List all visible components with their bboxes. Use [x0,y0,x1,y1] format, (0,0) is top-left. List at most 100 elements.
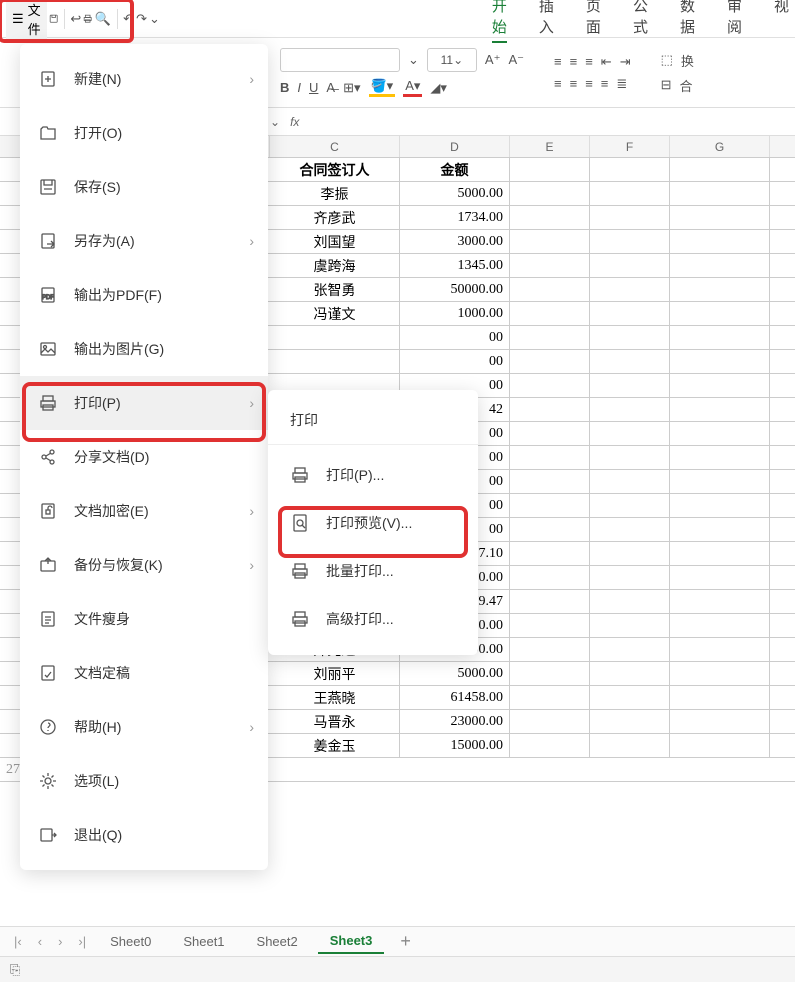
font-color-icon[interactable]: A▾ [403,78,422,97]
file-menu-item[interactable]: 保存(S) [20,160,268,214]
file-menu-button[interactable]: ☰ 文件 [6,0,47,42]
tab-data[interactable]: 数据 [680,0,695,43]
file-menu-item[interactable]: 退出(Q) [20,808,268,862]
file-menu-item[interactable]: 输出为图片(G) [20,322,268,376]
tab-home[interactable]: 开始 [492,0,507,43]
align-bottom-icon[interactable]: ≡ [585,54,593,69]
file-menu-item[interactable]: 文档加密(E)› [20,484,268,538]
batch-print-item[interactable]: 批量打印... [268,547,478,595]
cell[interactable]: 61458.00 [400,686,510,709]
cell[interactable]: 00 [400,350,510,373]
sheet-tab[interactable]: Sheet1 [171,930,236,953]
tab-view[interactable]: 视 [774,0,789,43]
cell[interactable]: 1000.00 [400,302,510,325]
file-menu-item[interactable]: 帮助(H)› [20,700,268,754]
cell[interactable]: 23000.00 [400,710,510,733]
redo-icon[interactable]: ↷ [136,5,147,33]
cell[interactable]: 姜金玉 [270,734,400,757]
undo-redo-icon[interactable]: ↩ [70,5,81,33]
cell[interactable]: 李振 [270,182,400,205]
cell[interactable]: 1345.00 [400,254,510,277]
fx-dropdown-icon[interactable]: ⌄ [270,115,280,129]
file-menu-item[interactable]: PDF输出为PDF(F) [20,268,268,322]
indent-left-icon[interactable]: ⇤ [601,54,612,70]
col-header[interactable]: E [510,136,590,157]
cell[interactable]: 3000.00 [400,230,510,253]
border-icon[interactable]: ⊞▾ [343,80,360,96]
italic-icon[interactable]: I [297,80,301,95]
print-item[interactable]: 打印(P)... [268,451,478,499]
cell[interactable]: 5000.00 [400,182,510,205]
cell[interactable]: 冯谨文 [270,302,400,325]
col-header[interactable]: D [400,136,510,157]
strike-icon[interactable]: A̶ [326,80,335,95]
cell[interactable]: 15000.00 [400,734,510,757]
tab-formula[interactable]: 公式 [633,0,648,43]
print-quick-icon[interactable] [83,5,92,33]
bold-icon[interactable]: B [280,80,289,95]
chevron-down-icon[interactable]: ⌄ [408,52,419,68]
cell[interactable] [270,326,400,349]
align-center-icon[interactable]: ≡ [570,76,578,91]
file-menu-item[interactable]: 文档定稿 [20,646,268,700]
col-header[interactable]: C [270,136,400,157]
save-icon[interactable] [49,5,58,33]
tab-page[interactable]: 页面 [586,0,601,43]
col-header[interactable]: G [670,136,770,157]
merge-cells-icon[interactable]: ⊟ [661,77,672,93]
cell[interactable]: 50000.00 [400,278,510,301]
cell[interactable]: 王燕晓 [270,686,400,709]
decrease-font-icon[interactable]: A⁻ [508,52,524,68]
file-menu-item[interactable]: 另存为(A)› [20,214,268,268]
distribute-icon[interactable]: ≣ [616,76,627,92]
undo-icon[interactable]: ↶ [123,5,134,33]
advanced-print-item[interactable]: 高级打印... [268,595,478,643]
cell[interactable]: 00 [400,326,510,349]
align-right-icon[interactable]: ≡ [585,76,593,91]
cell[interactable]: 虞跨海 [270,254,400,277]
cell[interactable]: 齐彦武 [270,206,400,229]
sheet-tab-active[interactable]: Sheet3 [318,929,385,954]
align-justify-icon[interactable]: ≡ [601,76,609,91]
menu-item-label: 打印(P) [74,393,121,413]
wrap-text-icon[interactable]: ⬚ [661,52,673,68]
file-menu-item[interactable]: 文件瘦身 [20,592,268,646]
cell[interactable]: 马晋永 [270,710,400,733]
file-menu-item[interactable]: 打开(O) [20,106,268,160]
font-size-select[interactable]: 11 ⌄ [427,48,477,72]
cell[interactable]: 张智勇 [270,278,400,301]
file-menu-item[interactable]: 打印(P)› [20,376,268,430]
align-left-icon[interactable]: ≡ [554,76,562,91]
preview-quick-icon[interactable]: 🔍 [95,5,111,33]
print-preview-item[interactable]: 打印预览(V)... [268,499,478,547]
align-middle-icon[interactable]: ≡ [570,54,578,69]
clear-format-icon[interactable]: ◢▾ [430,80,447,96]
add-sheet-icon[interactable]: + [392,931,419,952]
file-menu-item[interactable]: 新建(N)› [20,52,268,106]
font-family-select[interactable] [280,48,400,72]
cell[interactable] [270,350,400,373]
fill-color-icon[interactable]: 🪣▾ [369,78,396,97]
underline-icon[interactable]: U [309,80,318,95]
align-top-icon[interactable]: ≡ [554,54,562,69]
file-menu-item[interactable]: 备份与恢复(K)› [20,538,268,592]
cell[interactable]: 1734.00 [400,206,510,229]
file-menu-item[interactable]: 选项(L) [20,754,268,808]
cell[interactable]: 刘国望 [270,230,400,253]
sheet-nav-first-icon[interactable]: |‹ [10,934,26,949]
tab-insert[interactable]: 插入 [539,0,554,43]
indent-right-icon[interactable]: ⇥ [620,54,631,70]
cell[interactable]: 5000.00 [400,662,510,685]
sheet-tab[interactable]: Sheet0 [98,930,163,953]
sheet-nav-last-icon[interactable]: ›| [74,934,90,949]
dropdown-icon[interactable]: ⌄ [149,5,160,33]
sheet-nav-prev-icon[interactable]: ‹ [34,934,46,949]
file-menu-item[interactable]: 分享文档(D) [20,430,268,484]
status-icon: ⎘ [10,962,20,978]
sheet-tab[interactable]: Sheet2 [245,930,310,953]
sheet-nav-next-icon[interactable]: › [54,934,66,949]
col-header[interactable]: F [590,136,670,157]
increase-font-icon[interactable]: A⁺ [485,52,501,68]
cell[interactable]: 刘丽平 [270,662,400,685]
tab-review[interactable]: 审阅 [727,0,742,43]
